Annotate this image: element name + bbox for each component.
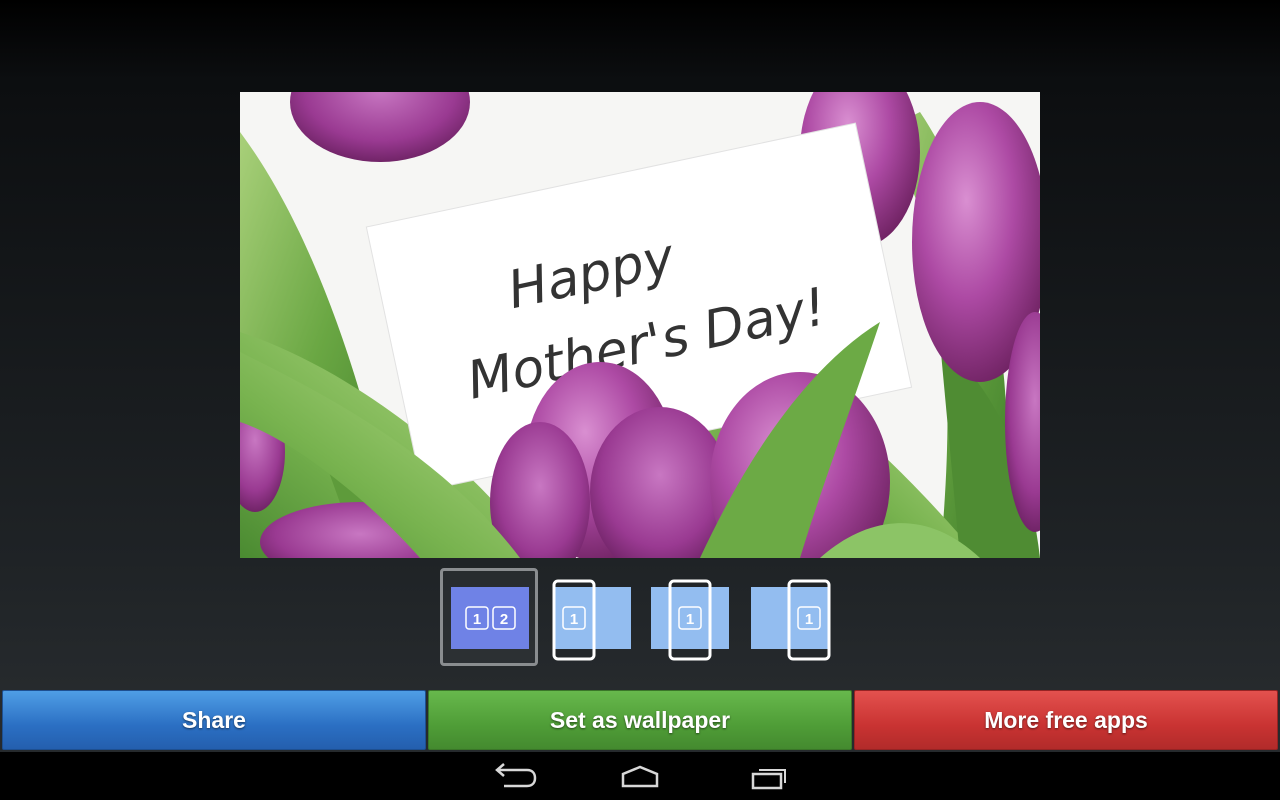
mode-fit-center[interactable]: 1 [642,568,740,666]
action-bar: Share Set as wallpaper More free apps [0,689,1280,751]
mode-scrolling-wallpaper[interactable]: 1 2 [440,568,538,666]
recents-icon[interactable] [733,756,805,796]
system-navigation-bar [0,752,1280,800]
mode-fit-right[interactable]: 1 [742,568,840,666]
back-icon[interactable] [476,756,548,796]
wallpaper-mode-selector: 1 2 1 1 1 [440,568,840,668]
more-free-apps-button[interactable]: More free apps [854,690,1278,750]
mode-2-label: 1 [570,611,578,628]
tulip-image: Happy Mother's Day! [240,92,1040,558]
mode-1-label-b: 2 [500,611,508,628]
mode-fit-left[interactable]: 1 [542,568,640,666]
mode-4-label: 1 [805,611,813,628]
mode-3-label: 1 [686,611,694,628]
share-button[interactable]: Share [2,690,426,750]
home-icon[interactable] [604,756,676,796]
mode-1-label-a: 1 [473,611,481,628]
wallpaper-preview[interactable]: Happy Mother's Day! [240,92,1040,558]
set-wallpaper-button[interactable]: Set as wallpaper [428,690,852,750]
